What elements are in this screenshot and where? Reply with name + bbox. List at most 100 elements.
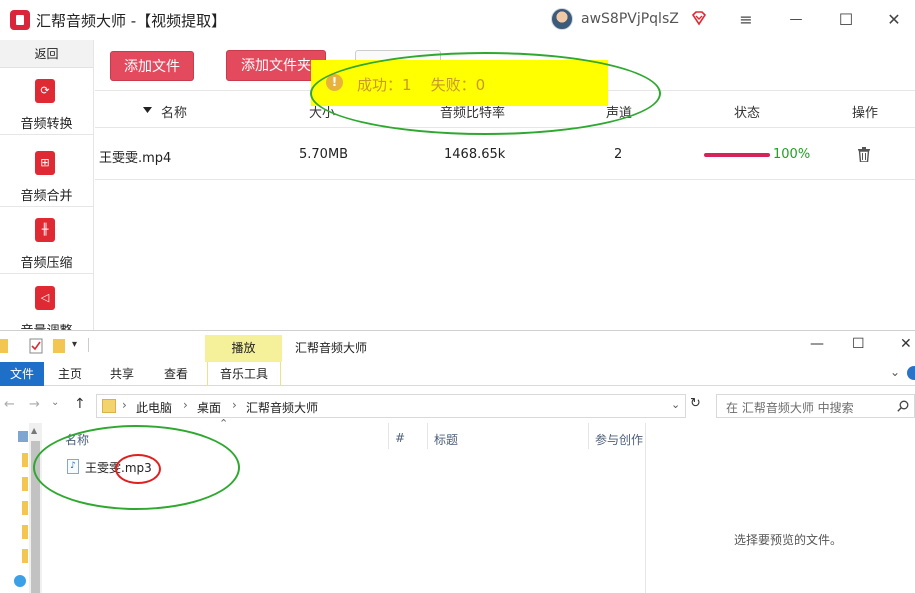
back-arrow-icon[interactable]: ←: [4, 397, 15, 412]
nav-scrollbar[interactable]: ▲: [29, 423, 42, 593]
file-list-header: ⌃ 名称 # 标题 参与创作: [44, 417, 645, 449]
onedrive-icon[interactable]: [14, 575, 26, 587]
explorer-title: 汇帮音频大师: [295, 341, 368, 355]
sidebar-item-label: 音频压缩: [20, 256, 73, 271]
maximize-button[interactable]: ☐: [833, 7, 859, 33]
minimize-button[interactable]: —: [810, 336, 824, 352]
column-separator[interactable]: [388, 423, 389, 449]
expand-ribbon-icon[interactable]: ⌄: [890, 365, 900, 379]
file-name: 王雯雯.mp3: [85, 461, 152, 475]
tab-home[interactable]: 主页: [52, 362, 88, 386]
app-window: 汇帮音频大师 -【视频提取】 awS8PVjPqlsZ ≡ — ☐ ✕ 返回 ⟳…: [0, 0, 915, 330]
folder-icon[interactable]: [22, 525, 28, 539]
row-channels: 2: [614, 147, 623, 162]
search-placeholder: 在 汇帮音频大师 中搜索: [726, 401, 854, 415]
search-icon[interactable]: [897, 400, 909, 412]
tab-view[interactable]: 查看: [158, 362, 194, 386]
column-header-actions: 操作: [852, 106, 879, 121]
audio-file-icon: ♪: [67, 459, 79, 474]
navigation-pane: ▲: [0, 423, 44, 593]
ribbon-tabs: 文件 主页 共享 查看 音乐工具 ⌄: [0, 362, 915, 386]
column-header-name[interactable]: 名称: [161, 102, 187, 121]
progress-bar: [704, 153, 770, 157]
trash-icon[interactable]: [858, 147, 870, 162]
up-arrow-icon[interactable]: ↑: [74, 396, 86, 412]
column-header-contributing-artists[interactable]: 参与创作: [595, 431, 643, 448]
table-row[interactable]: 王雯雯.mp4 5.70MB 1468.65k 2 100%: [95, 130, 915, 180]
tab-music-tools[interactable]: 音乐工具: [207, 362, 281, 386]
new-folder-icon[interactable]: [53, 339, 65, 353]
address-row: ← → ⌄ ↑ › 此电脑 › 桌面 › 汇帮音频大师 ⌄ ↻ 在 汇帮音频大师…: [0, 393, 915, 419]
properties-icon[interactable]: [29, 338, 43, 354]
result-toast: ! 成功：1 失败：0: [311, 60, 608, 106]
folder-icon[interactable]: [22, 549, 28, 563]
drive-icon[interactable]: [18, 431, 28, 442]
breadcrumb-this-pc[interactable]: 此电脑: [136, 399, 172, 416]
minimize-button[interactable]: —: [783, 7, 809, 33]
sidebar-item-label: 音频合并: [20, 189, 73, 204]
help-icon[interactable]: [907, 366, 915, 380]
folder-icon: [102, 399, 116, 413]
sort-up-icon: ⌃: [219, 417, 229, 430]
recent-dropdown-icon[interactable]: ⌄: [51, 397, 59, 408]
address-bar[interactable]: › 此电脑 › 桌面 › 汇帮音频大师 ⌄: [96, 394, 686, 418]
breadcrumb-folder[interactable]: 汇帮音频大师: [246, 399, 318, 416]
quick-access-dropdown-icon[interactable]: ▾: [72, 339, 77, 350]
ribbon-context-header: 播放: [205, 335, 282, 362]
breadcrumb-desktop[interactable]: 桌面: [197, 399, 221, 416]
close-button[interactable]: ✕: [881, 7, 907, 33]
app-titlebar: 汇帮音频大师 -【视频提取】 awS8PVjPqlsZ ≡ — ☐ ✕: [0, 0, 915, 40]
sidebar-item-audio-merge[interactable]: ⊞ 音频合并: [0, 141, 93, 207]
column-header-name[interactable]: 名称: [65, 431, 89, 448]
preview-pane: 选择要预览的文件。: [645, 423, 915, 593]
column-separator[interactable]: [588, 423, 589, 449]
maximize-button[interactable]: ☐: [852, 336, 865, 352]
sidebar-item-label: 音量调整: [0, 320, 93, 330]
chevron-right-icon: ›: [183, 398, 188, 412]
scroll-up-icon[interactable]: ▲: [31, 426, 37, 435]
folder-icon[interactable]: [22, 453, 28, 467]
chevron-right-icon: ›: [122, 398, 127, 412]
sidebar-item-audio-compress[interactable]: ╫ 音频压缩: [0, 208, 93, 274]
app-title: 汇帮音频大师 -【视频提取】: [36, 12, 227, 30]
back-button[interactable]: 返回: [0, 40, 93, 68]
audio-compress-icon: ╫: [35, 218, 55, 242]
address-dropdown-icon[interactable]: ⌄: [671, 398, 680, 411]
toast-text: 成功：1 失败：0: [357, 76, 486, 94]
sidebar-item-label: 音频转换: [20, 117, 73, 132]
scrollbar-thumb[interactable]: [31, 441, 40, 593]
row-file-size: 5.70MB: [299, 147, 349, 162]
preview-message: 选择要预览的文件。: [734, 533, 843, 547]
folder-icon: [0, 339, 8, 353]
column-header-status: 状态: [734, 106, 761, 121]
folder-icon[interactable]: [22, 477, 28, 491]
app-logo-icon: [10, 10, 30, 30]
vip-diamond-icon[interactable]: [691, 10, 707, 26]
volume-adjust-icon: ◁: [35, 286, 55, 310]
column-header-channels: 声道: [606, 106, 633, 121]
tab-file[interactable]: 文件: [0, 362, 44, 386]
tab-share[interactable]: 共享: [104, 362, 140, 386]
explorer-window: ▾ 播放 汇帮音频大师 — ☐ ✕ 文件 主页 共享 查看 音乐工具 ⌄ ← →…: [0, 330, 915, 593]
row-bitrate: 1468.65k: [444, 147, 506, 162]
close-button[interactable]: ✕: [900, 336, 912, 352]
menu-icon[interactable]: ≡: [733, 7, 759, 33]
column-header-number[interactable]: #: [395, 431, 405, 445]
avatar[interactable]: [551, 8, 573, 30]
forward-arrow-icon[interactable]: →: [29, 397, 40, 412]
add-file-button[interactable]: 添加文件: [110, 51, 194, 81]
audio-convert-icon: ⟳: [35, 79, 55, 103]
sort-down-icon[interactable]: [143, 107, 152, 113]
sidebar-item-volume-adjust[interactable]: ◁ 音量调整: [0, 276, 93, 330]
username[interactable]: awS8PVjPqlsZ: [581, 11, 679, 27]
search-input[interactable]: 在 汇帮音频大师 中搜索: [716, 394, 915, 418]
column-header-title[interactable]: 标题: [434, 431, 458, 448]
sidebar-item-audio-convert[interactable]: ⟳ 音频转换: [0, 69, 93, 135]
refresh-icon[interactable]: ↻: [690, 396, 701, 411]
explorer-titlebar: ▾ 播放 汇帮音频大师 — ☐ ✕: [0, 331, 915, 362]
folder-icon[interactable]: [22, 501, 28, 515]
chevron-right-icon: ›: [232, 398, 237, 412]
audio-merge-icon: ⊞: [35, 151, 55, 175]
column-separator[interactable]: [427, 423, 428, 449]
sidebar: 返回 ⟳ 音频转换 ⊞ 音频合并 ╫ 音频压缩 ◁ 音量调整: [0, 40, 94, 330]
